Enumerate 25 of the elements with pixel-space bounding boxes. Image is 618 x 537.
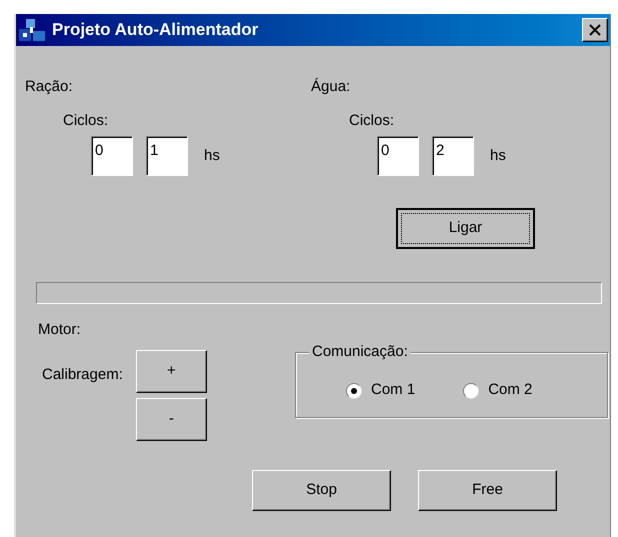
- motor-label: Motor:: [38, 320, 81, 340]
- radio-button[interactable]: [346, 382, 362, 398]
- radio-button[interactable]: [463, 382, 480, 398]
- section-label: Água:: [311, 77, 350, 97]
- action-button[interactable]: Stop: [252, 470, 391, 510]
- app-icon: [18, 17, 48, 43]
- close-icon: [589, 24, 601, 36]
- input-field[interactable]: 2: [432, 136, 474, 176]
- calibration-button[interactable]: +: [136, 350, 207, 392]
- calibration-label: Calibragem:: [42, 364, 123, 384]
- input-field[interactable]: 1: [146, 136, 188, 176]
- window-title: Projeto Auto-Alimentador: [52, 19, 258, 42]
- radio-option[interactable]: Com 1: [346, 379, 416, 402]
- cycles-label: Ciclos:: [63, 110, 108, 130]
- action-button[interactable]: Free: [418, 470, 557, 510]
- radio-option[interactable]: Com 2: [463, 379, 532, 402]
- calibration-button[interactable]: -: [136, 398, 207, 440]
- unit-label: hs: [490, 146, 506, 166]
- input-field[interactable]: 0: [377, 136, 419, 176]
- cycles-label: Ciclos:: [349, 110, 394, 130]
- unit-label: hs: [204, 146, 220, 166]
- section-label: Ração:: [25, 77, 73, 97]
- input-field[interactable]: 0: [91, 136, 133, 176]
- ligar-button[interactable]: Ligar: [396, 208, 535, 249]
- close-button[interactable]: [582, 18, 608, 42]
